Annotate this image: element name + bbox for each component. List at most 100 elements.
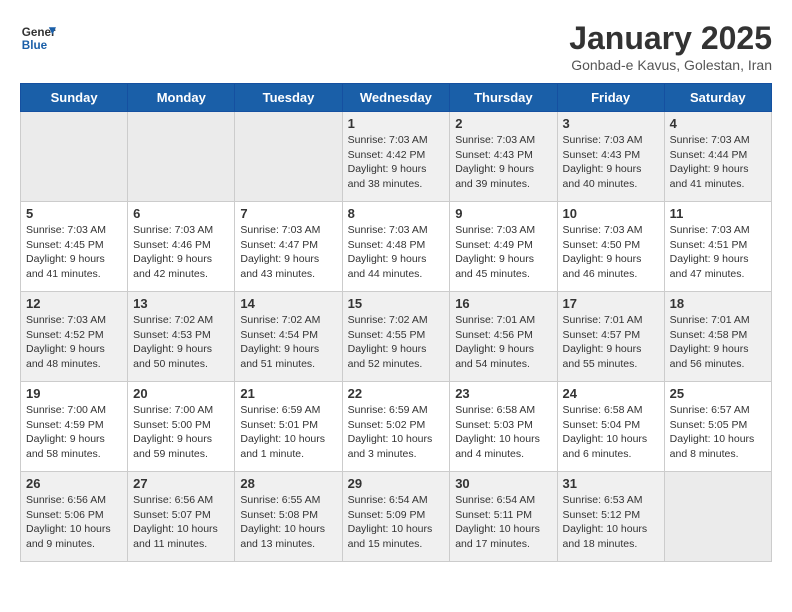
day-number: 29 [348, 476, 445, 491]
day-number: 4 [670, 116, 766, 131]
day-info: Sunrise: 6:58 AM Sunset: 5:04 PM Dayligh… [563, 403, 659, 462]
day-info: Sunrise: 7:03 AM Sunset: 4:48 PM Dayligh… [348, 223, 445, 282]
calendar-day-cell: 9 Sunrise: 7:03 AM Sunset: 4:49 PM Daylig… [450, 202, 557, 292]
calendar-day-cell [128, 112, 235, 202]
day-info: Sunrise: 6:59 AM Sunset: 5:02 PM Dayligh… [348, 403, 445, 462]
day-number: 21 [240, 386, 336, 401]
day-info: Sunrise: 6:56 AM Sunset: 5:06 PM Dayligh… [26, 493, 122, 552]
weekday-header-row: SundayMondayTuesdayWednesdayThursdayFrid… [21, 84, 772, 112]
weekday-header-monday: Monday [128, 84, 235, 112]
day-number: 24 [563, 386, 659, 401]
title-block: January 2025 Gonbad-e Kavus, Golestan, I… [569, 20, 772, 73]
day-number: 13 [133, 296, 229, 311]
day-number: 22 [348, 386, 445, 401]
day-number: 23 [455, 386, 551, 401]
day-info: Sunrise: 7:03 AM Sunset: 4:49 PM Dayligh… [455, 223, 551, 282]
day-info: Sunrise: 6:54 AM Sunset: 5:09 PM Dayligh… [348, 493, 445, 552]
day-number: 16 [455, 296, 551, 311]
day-info: Sunrise: 7:03 AM Sunset: 4:47 PM Dayligh… [240, 223, 336, 282]
calendar-day-cell: 19 Sunrise: 7:00 AM Sunset: 4:59 PM Dayli… [21, 382, 128, 472]
calendar-day-cell: 14 Sunrise: 7:02 AM Sunset: 4:54 PM Dayli… [235, 292, 342, 382]
calendar-day-cell: 12Sunrise: 7:03 AM Sunset: 4:52 PM Dayli… [21, 292, 128, 382]
calendar-day-cell: 1 Sunrise: 7:03 AM Sunset: 4:42 PM Daylig… [342, 112, 450, 202]
calendar-day-cell: 7 Sunrise: 7:03 AM Sunset: 4:47 PM Daylig… [235, 202, 342, 292]
calendar-day-cell: 5 Sunrise: 7:03 AM Sunset: 4:45 PM Daylig… [21, 202, 128, 292]
calendar-day-cell: 10Sunrise: 7:03 AM Sunset: 4:50 PM Dayli… [557, 202, 664, 292]
day-info: Sunrise: 6:54 AM Sunset: 5:11 PM Dayligh… [455, 493, 551, 552]
calendar-day-cell: 4 Sunrise: 7:03 AM Sunset: 4:44 PM Daylig… [664, 112, 771, 202]
day-number: 7 [240, 206, 336, 221]
day-number: 30 [455, 476, 551, 491]
calendar-week-row: 26 Sunrise: 6:56 AM Sunset: 5:06 PM Dayli… [21, 472, 772, 562]
day-number: 14 [240, 296, 336, 311]
day-number: 9 [455, 206, 551, 221]
calendar-day-cell [21, 112, 128, 202]
weekday-header-friday: Friday [557, 84, 664, 112]
weekday-header-wednesday: Wednesday [342, 84, 450, 112]
calendar-week-row: 19 Sunrise: 7:00 AM Sunset: 4:59 PM Dayli… [21, 382, 772, 472]
day-number: 26 [26, 476, 122, 491]
page-header: General Blue January 2025 Gonbad-e Kavus… [20, 20, 772, 73]
calendar-day-cell [664, 472, 771, 562]
calendar-day-cell: 29 Sunrise: 6:54 AM Sunset: 5:09 PM Dayli… [342, 472, 450, 562]
calendar-day-cell: 28 Sunrise: 6:55 AM Sunset: 5:08 PM Dayli… [235, 472, 342, 562]
day-info: Sunrise: 7:03 AM Sunset: 4:45 PM Dayligh… [26, 223, 122, 282]
calendar-day-cell: 16 Sunrise: 7:01 AM Sunset: 4:56 PM Dayli… [450, 292, 557, 382]
day-number: 18 [670, 296, 766, 311]
month-title: January 2025 [569, 20, 772, 57]
day-number: 27 [133, 476, 229, 491]
weekday-header-sunday: Sunday [21, 84, 128, 112]
day-number: 11 [670, 206, 766, 221]
day-info: Sunrise: 7:03 AM Sunset: 4:44 PM Dayligh… [670, 133, 766, 192]
day-info: Sunrise: 7:01 AM Sunset: 4:56 PM Dayligh… [455, 313, 551, 372]
calendar-day-cell: 30 Sunrise: 6:54 AM Sunset: 5:11 PM Dayli… [450, 472, 557, 562]
weekday-header-thursday: Thursday [450, 84, 557, 112]
day-number: 17 [563, 296, 659, 311]
day-number: 28 [240, 476, 336, 491]
logo-icon: General Blue [20, 20, 56, 56]
day-info: Sunrise: 6:53 AM Sunset: 5:12 PM Dayligh… [563, 493, 659, 552]
calendar-week-row: 5 Sunrise: 7:03 AM Sunset: 4:45 PM Daylig… [21, 202, 772, 292]
day-info: Sunrise: 7:03 AM Sunset: 4:51 PM Dayligh… [670, 223, 766, 282]
calendar-day-cell: 25 Sunrise: 6:57 AM Sunset: 5:05 PM Dayli… [664, 382, 771, 472]
day-number: 1 [348, 116, 445, 131]
day-info: Sunrise: 7:03 AM Sunset: 4:42 PM Dayligh… [348, 133, 445, 192]
day-number: 5 [26, 206, 122, 221]
calendar-day-cell: 21Sunrise: 6:59 AM Sunset: 5:01 PM Dayli… [235, 382, 342, 472]
day-info: Sunrise: 7:01 AM Sunset: 4:57 PM Dayligh… [563, 313, 659, 372]
day-number: 19 [26, 386, 122, 401]
day-number: 3 [563, 116, 659, 131]
day-info: Sunrise: 6:57 AM Sunset: 5:05 PM Dayligh… [670, 403, 766, 462]
svg-text:Blue: Blue [22, 39, 48, 52]
weekday-header-tuesday: Tuesday [235, 84, 342, 112]
calendar-day-cell: 15Sunrise: 7:02 AM Sunset: 4:55 PM Dayli… [342, 292, 450, 382]
day-info: Sunrise: 7:03 AM Sunset: 4:43 PM Dayligh… [563, 133, 659, 192]
day-number: 2 [455, 116, 551, 131]
day-info: Sunrise: 7:02 AM Sunset: 4:54 PM Dayligh… [240, 313, 336, 372]
calendar-day-cell: 3 Sunrise: 7:03 AM Sunset: 4:43 PM Daylig… [557, 112, 664, 202]
calendar-day-cell: 24 Sunrise: 6:58 AM Sunset: 5:04 PM Dayli… [557, 382, 664, 472]
day-info: Sunrise: 7:03 AM Sunset: 4:52 PM Dayligh… [26, 313, 122, 372]
calendar-day-cell: 17 Sunrise: 7:01 AM Sunset: 4:57 PM Dayli… [557, 292, 664, 382]
day-info: Sunrise: 7:03 AM Sunset: 4:46 PM Dayligh… [133, 223, 229, 282]
calendar-week-row: 1 Sunrise: 7:03 AM Sunset: 4:42 PM Daylig… [21, 112, 772, 202]
calendar-day-cell: 18 Sunrise: 7:01 AM Sunset: 4:58 PM Dayli… [664, 292, 771, 382]
logo: General Blue [20, 20, 56, 56]
location-subtitle: Gonbad-e Kavus, Golestan, Iran [569, 57, 772, 73]
day-info: Sunrise: 6:55 AM Sunset: 5:08 PM Dayligh… [240, 493, 336, 552]
calendar-day-cell: 11 Sunrise: 7:03 AM Sunset: 4:51 PM Dayli… [664, 202, 771, 292]
calendar-week-row: 12Sunrise: 7:03 AM Sunset: 4:52 PM Dayli… [21, 292, 772, 382]
day-info: Sunrise: 7:00 AM Sunset: 4:59 PM Dayligh… [26, 403, 122, 462]
calendar-day-cell: 26 Sunrise: 6:56 AM Sunset: 5:06 PM Dayli… [21, 472, 128, 562]
calendar-day-cell: 27Sunrise: 6:56 AM Sunset: 5:07 PM Dayli… [128, 472, 235, 562]
day-info: Sunrise: 7:00 AM Sunset: 5:00 PM Dayligh… [133, 403, 229, 462]
day-info: Sunrise: 6:58 AM Sunset: 5:03 PM Dayligh… [455, 403, 551, 462]
calendar-day-cell: 20Sunrise: 7:00 AM Sunset: 5:00 PM Dayli… [128, 382, 235, 472]
calendar-day-cell: 23 Sunrise: 6:58 AM Sunset: 5:03 PM Dayli… [450, 382, 557, 472]
day-number: 25 [670, 386, 766, 401]
day-info: Sunrise: 7:01 AM Sunset: 4:58 PM Dayligh… [670, 313, 766, 372]
day-info: Sunrise: 7:02 AM Sunset: 4:53 PM Dayligh… [133, 313, 229, 372]
calendar-day-cell: 13 Sunrise: 7:02 AM Sunset: 4:53 PM Dayli… [128, 292, 235, 382]
calendar-day-cell: 8Sunrise: 7:03 AM Sunset: 4:48 PM Daylig… [342, 202, 450, 292]
calendar-day-cell: 31Sunrise: 6:53 AM Sunset: 5:12 PM Dayli… [557, 472, 664, 562]
